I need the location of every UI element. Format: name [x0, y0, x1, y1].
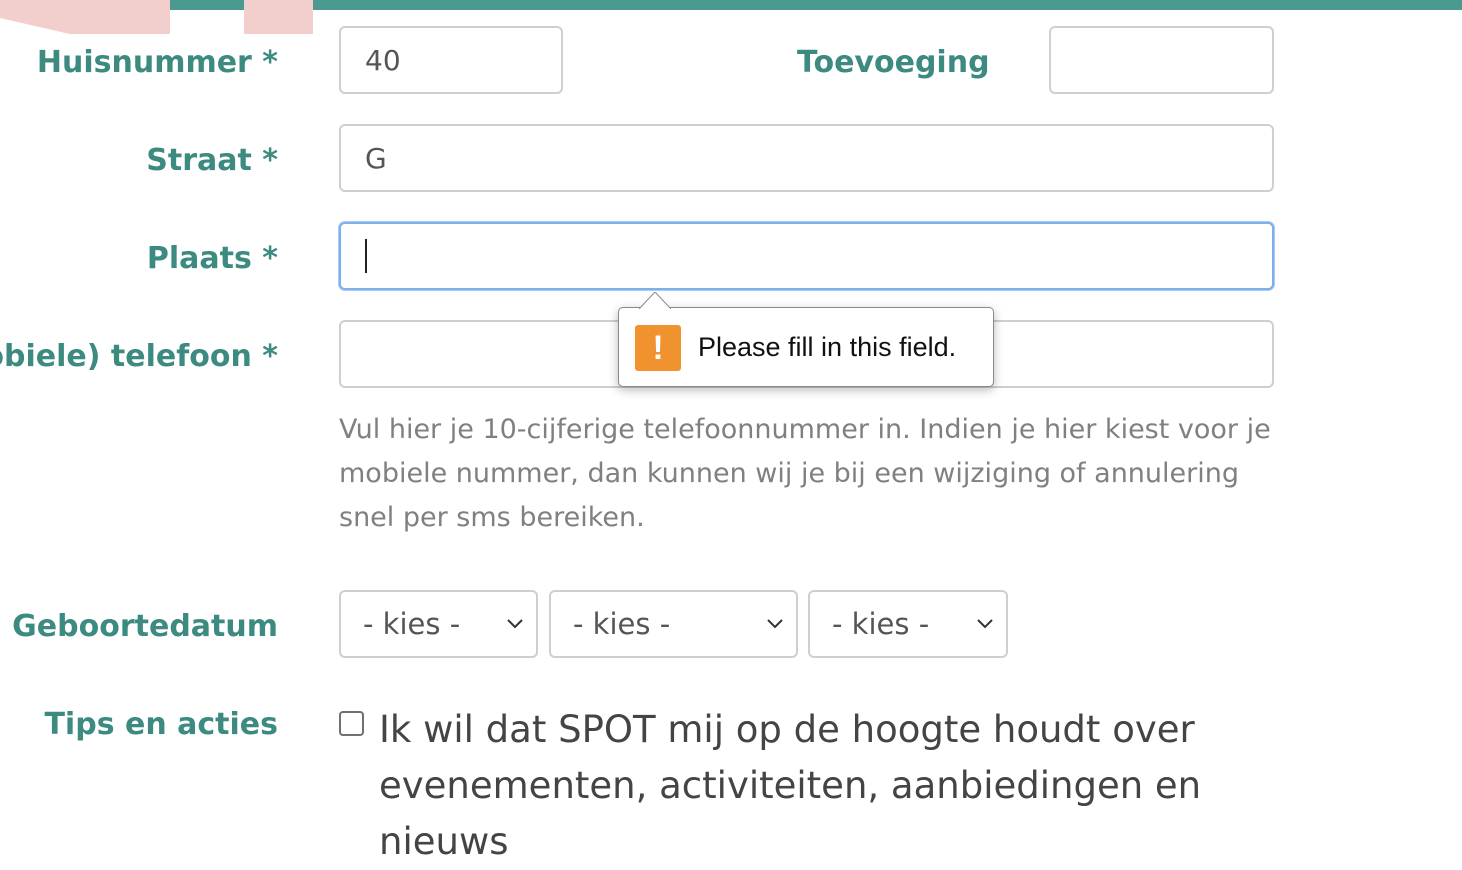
straat-input[interactable]: G [339, 124, 1274, 192]
chevron-down-icon [977, 619, 993, 629]
tips-label: Tips en acties [44, 707, 278, 742]
huisnummer-label: Huisnummer * [36, 45, 278, 80]
birth-month-selected: - kies - [573, 607, 671, 641]
birth-day-selected: - kies - [363, 607, 461, 641]
toevoeging-input[interactable] [1049, 26, 1274, 94]
tooltip-message: Please fill in this field. [698, 332, 957, 362]
toevoeging-label: Toevoeging [797, 45, 990, 80]
chevron-down-icon [507, 619, 523, 629]
chevron-down-icon [767, 619, 783, 629]
tips-checkbox-label[interactable]: Ik wil dat SPOT mij op de hoogte houdt o… [379, 702, 1259, 870]
text-caret [365, 239, 367, 273]
telefoon-label: obiele) telefoon * [0, 339, 278, 374]
decorative-shape [0, 0, 170, 34]
birth-year-selected: - kies - [832, 607, 930, 641]
warning-icon: ! [635, 325, 681, 371]
straat-value: G [365, 141, 387, 175]
birth-year-select[interactable]: - kies - [808, 590, 1008, 658]
huisnummer-input[interactable]: 40 [339, 26, 563, 94]
birth-month-select[interactable]: - kies - [549, 590, 798, 658]
top-accent-bar [0, 0, 1462, 10]
validation-tooltip: ! Please fill in this field. [618, 292, 994, 387]
straat-label: Straat * [146, 143, 278, 178]
plaats-label: Plaats * [146, 241, 278, 276]
decorative-shape [244, 0, 313, 34]
telefoon-help-text: Vul hier je 10-cijferige telefoonnummer … [339, 414, 1271, 533]
huisnummer-value: 40 [365, 43, 401, 77]
tips-checkbox[interactable] [339, 711, 364, 736]
tooltip-arrow [639, 292, 671, 309]
plaats-input[interactable] [339, 222, 1274, 290]
birth-day-select[interactable]: - kies - [339, 590, 538, 658]
geboortedatum-label: Geboortedatum [12, 609, 278, 644]
